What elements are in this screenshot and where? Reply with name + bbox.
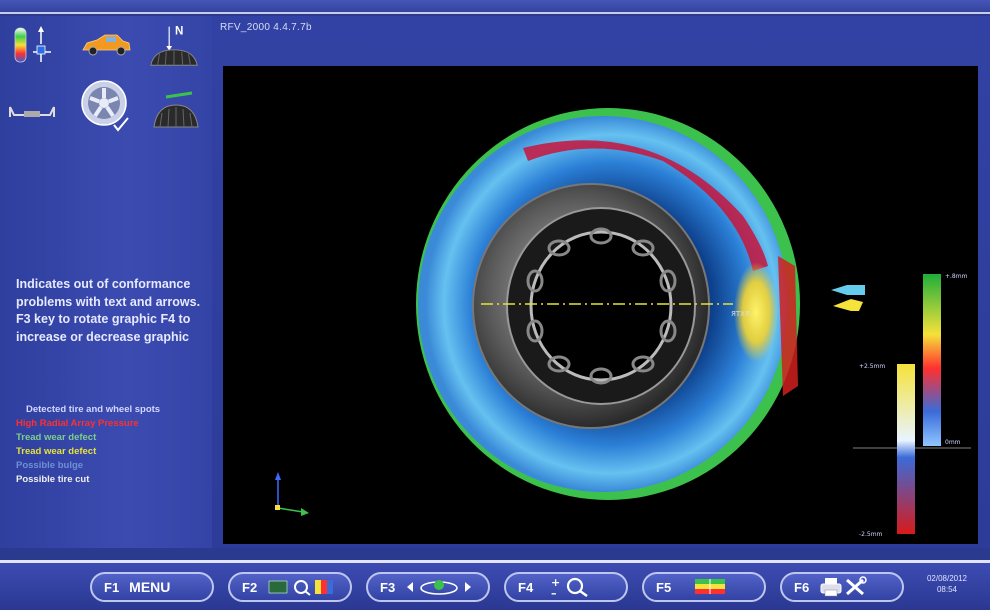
f5-key-label: F5: [656, 579, 672, 595]
legend-item-possible-bulge: Possible bulge: [16, 460, 84, 471]
scale-right-bottom-label: 0mm: [945, 439, 961, 446]
f3-key-label: F3: [380, 579, 396, 595]
f5-color-scale-button[interactable]: F5: [642, 572, 766, 602]
f2-view-button[interactable]: F2: [228, 572, 352, 602]
f1-menu-label: MENU: [129, 579, 171, 595]
car-icon[interactable]: [78, 20, 134, 70]
legend-item-tread-wear-green: Tread wear defect: [16, 432, 97, 443]
svg-text:N: N: [175, 25, 183, 37]
instruction-text: Indicates out of conformance problems wi…: [16, 277, 201, 344]
zoom-icon: + –: [551, 576, 588, 598]
f4-key-label: F4: [518, 579, 534, 595]
tools-icon: [846, 576, 867, 596]
orientation-axes-icon: [275, 472, 309, 516]
defect-arrow-icon: [831, 285, 865, 311]
color-scale-right: [923, 274, 941, 446]
f3-rotate-button[interactable]: F3: [366, 572, 490, 602]
axle-icon[interactable]: [4, 84, 60, 134]
legend-header: Detected tire and wheel spots: [26, 404, 161, 415]
legend-item-high-radial: High Radial Array Pressure: [16, 418, 139, 429]
f6-key-label: F6: [794, 579, 810, 595]
rotate-icon: [407, 580, 472, 595]
legend-item-tread-wear-yellow: Tread wear defect: [16, 446, 97, 457]
scale-right-top-label: +.8mm: [945, 273, 968, 280]
f1-key-label: F1: [104, 579, 120, 595]
color-scale-icon: [695, 579, 726, 594]
wheel-label: ЯТХЯ: [731, 310, 750, 318]
clock-time: 08:54: [936, 585, 958, 594]
app-title: RFV_2000 4.4.7.7b: [220, 22, 312, 33]
f4-zoom-button[interactable]: F4 + –: [504, 572, 628, 602]
f6-print-settings-button[interactable]: F6: [780, 572, 904, 602]
clock: 02/08/2012 08:54: [910, 573, 984, 595]
tire-tread-icon[interactable]: [148, 84, 204, 134]
tire-3d-viewport[interactable]: ЯТХЯ +.8mm 0mm +2.5mm -2.5mm: [223, 66, 978, 544]
printer-icon: [820, 578, 842, 597]
tire-north-icon[interactable]: N: [146, 20, 202, 70]
clock-date: 02/08/2012: [926, 574, 968, 583]
top-bar: [0, 0, 990, 14]
f2-key-label: F2: [242, 579, 258, 595]
view-mode-icon: [268, 580, 334, 596]
legend-item-possible-cut: Possible tire cut: [16, 474, 90, 485]
scale-left-bottom-label: -2.5mm: [859, 531, 883, 538]
svg-text:–: –: [551, 587, 557, 598]
spot-legend: Detected tire and wheel spots High Radia…: [16, 403, 212, 487]
scale-left-top-label: +2.5mm: [859, 363, 885, 370]
wheel-check-icon[interactable]: [78, 80, 134, 132]
color-map-icon[interactable]: [4, 20, 60, 70]
color-scale-left: [897, 364, 915, 534]
f1-menu-button[interactable]: F1 MENU: [90, 572, 214, 602]
